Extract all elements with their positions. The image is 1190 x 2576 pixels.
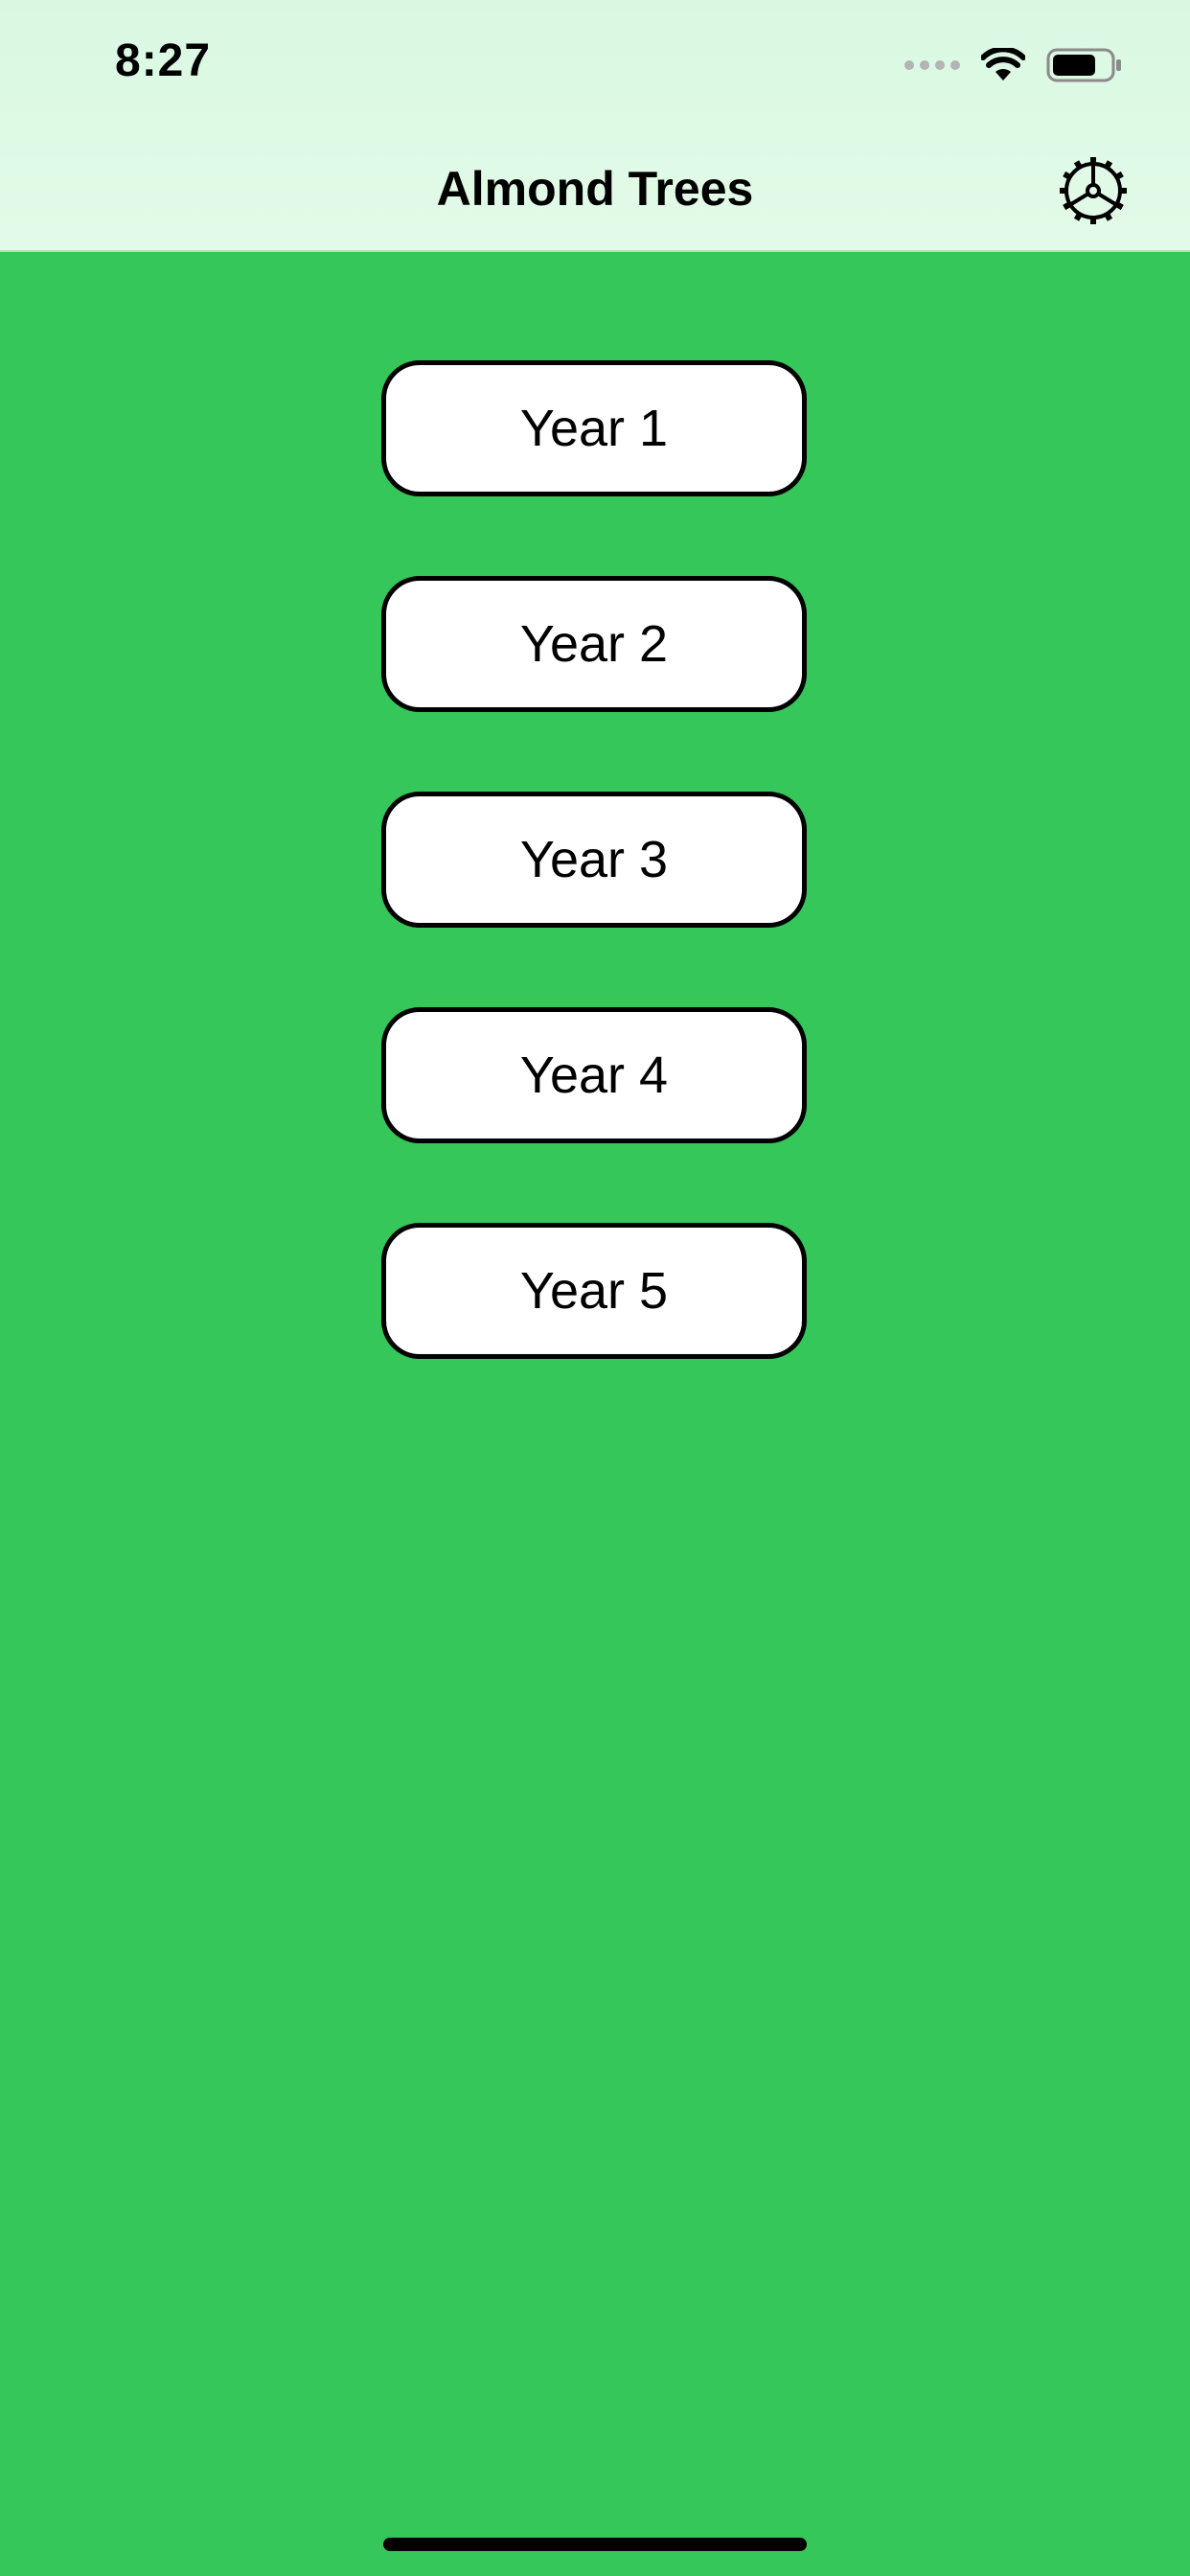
year-4-button[interactable]: Year 4 [381,1007,807,1143]
status-time: 8:27 [115,35,212,86]
settings-button[interactable] [1058,155,1129,226]
battery-icon [1046,48,1121,82]
page-title: Almond Trees [436,162,754,216]
home-indicator[interactable] [383,2538,807,2551]
year-2-button[interactable]: Year 2 [381,576,807,712]
year-3-button[interactable]: Year 3 [381,792,807,928]
navigation-bar: 8:27 Almond Trees [0,0,1190,252]
gear-icon [1060,157,1127,224]
cellular-signal-icon [904,60,960,70]
wifi-icon [981,48,1025,80]
year-1-button[interactable]: Year 1 [381,360,807,496]
year-5-button[interactable]: Year 5 [381,1223,807,1359]
status-icons [904,42,1123,88]
